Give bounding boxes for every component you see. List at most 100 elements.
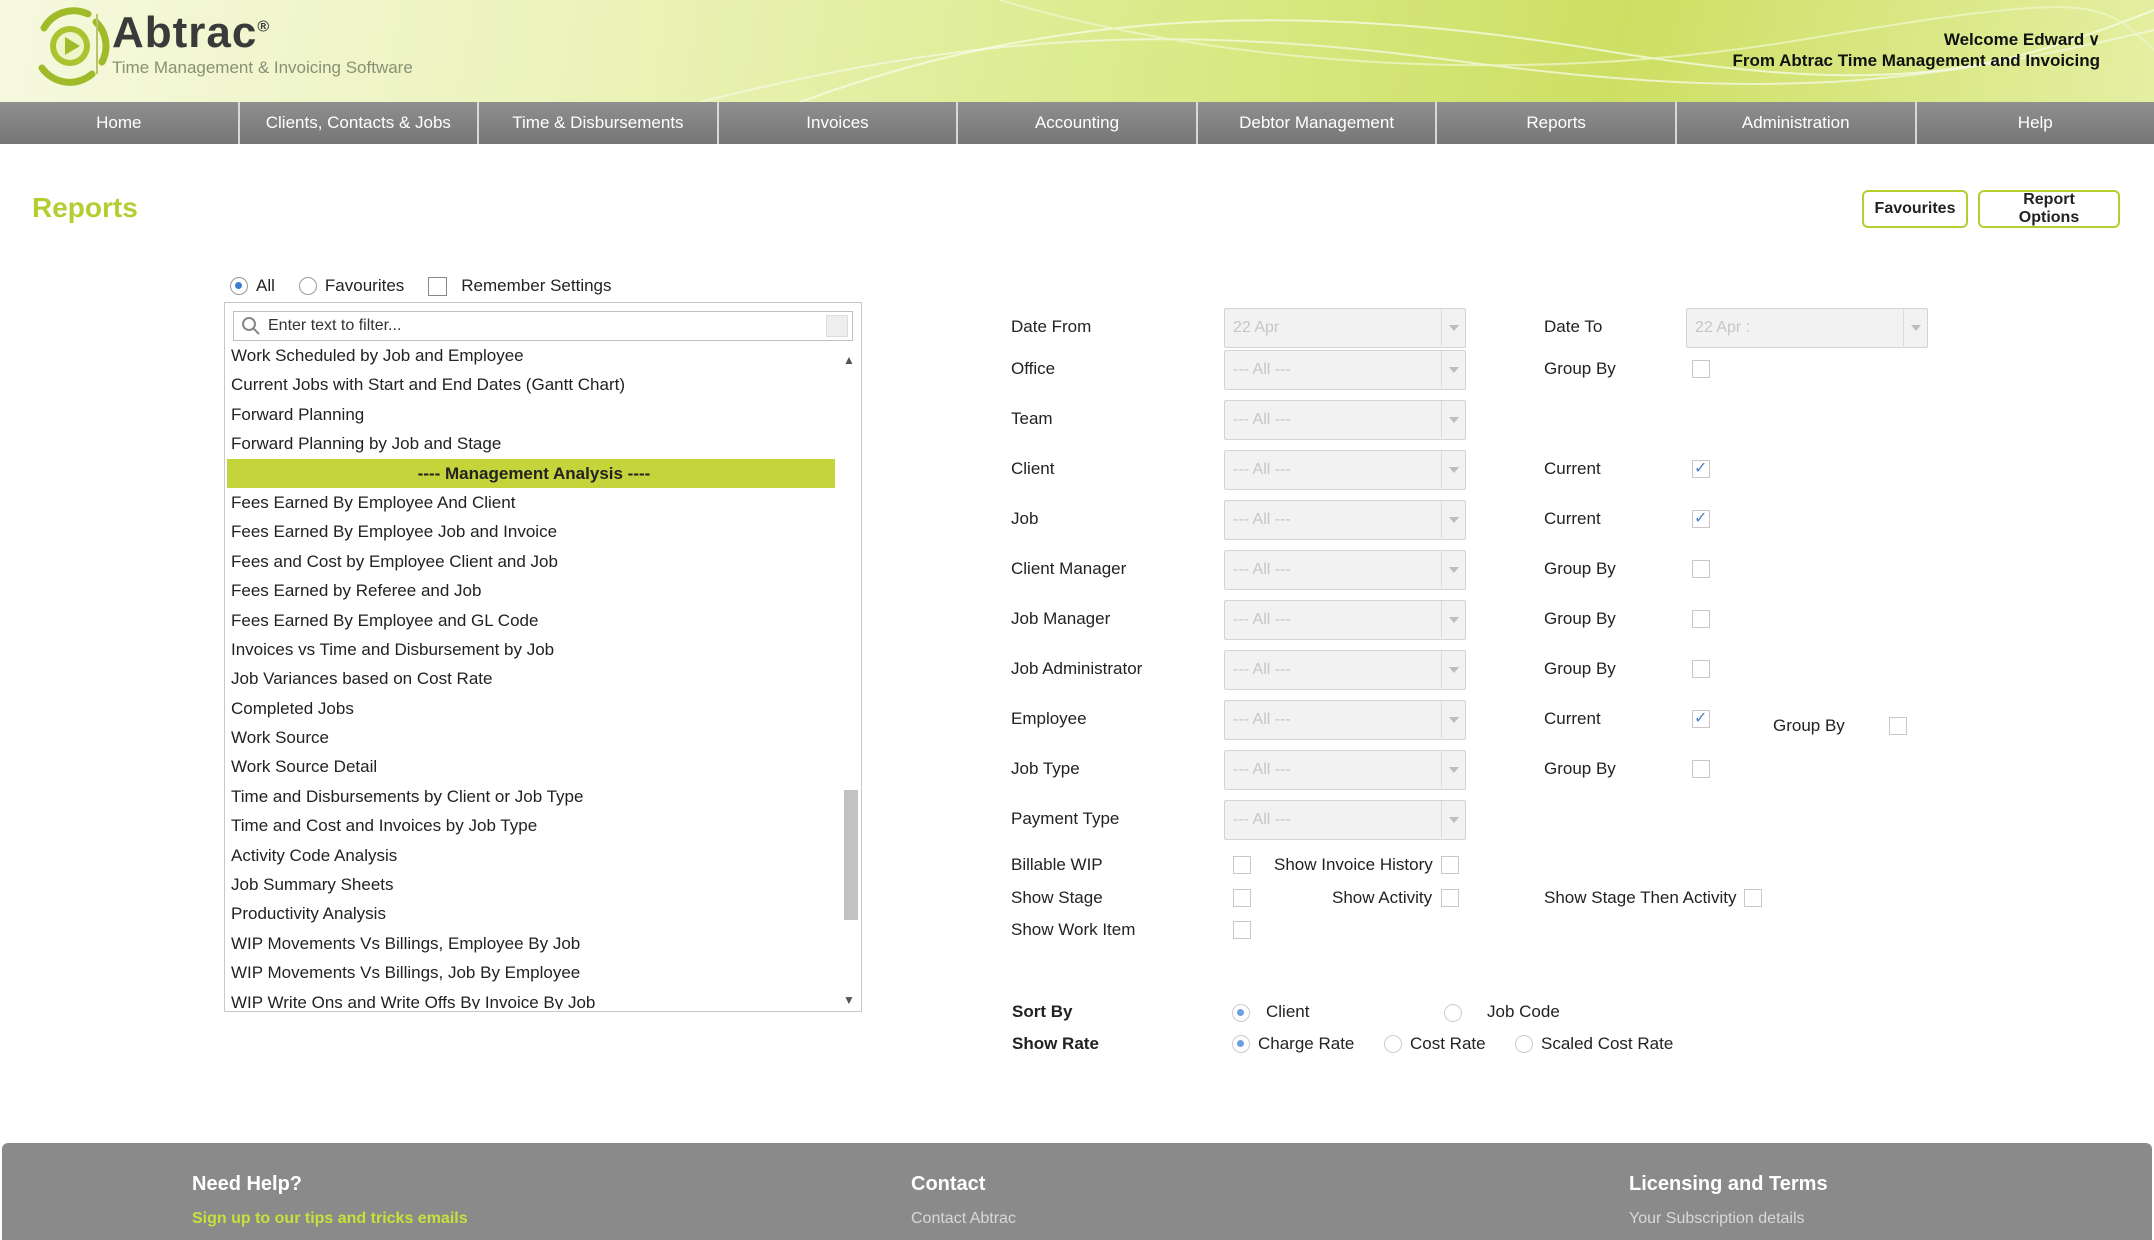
job-administrator-group-by-checkbox[interactable] [1692,660,1710,678]
date-to-select[interactable]: 22 Apr : [1686,308,1928,348]
client-manager-group-by-checkbox[interactable] [1692,560,1710,578]
report-list-item[interactable]: Completed Jobs [225,694,837,723]
nav-help[interactable]: Help [1917,102,2154,144]
chevron-down-icon[interactable] [1441,401,1465,438]
report-search-input[interactable] [268,317,808,335]
scroll-up-icon[interactable]: ▲ [843,353,855,367]
report-list-item[interactable]: Time and Cost and Invoices by Job Type [225,811,837,840]
employee-group-by-label: Group By [1773,716,1845,735]
show-invoice-history-checkbox[interactable] [1441,856,1459,874]
employee-select[interactable]: --- All --- [1224,700,1466,740]
sort-by-job-code-radio[interactable] [1444,1004,1462,1022]
nav-time-disbursements[interactable]: Time & Disbursements [479,102,719,144]
report-list-item[interactable]: Job Summary Sheets [225,870,837,899]
client-manager-select[interactable]: --- All --- [1224,550,1466,590]
scaled-cost-rate-radio[interactable] [1515,1035,1533,1053]
favourites-button[interactable]: Favourites [1862,190,1968,228]
report-list-item[interactable]: Fees Earned By Employee And Client [225,488,837,517]
report-list-item[interactable]: Fees Earned By Employee and GL Code [225,606,837,635]
client-current-checkbox[interactable] [1692,458,1710,478]
report-list-item[interactable]: WIP Write Ons and Write Offs By Invoice … [225,988,837,1009]
report-list-item[interactable]: Work Source Detail [225,752,837,781]
cost-rate-radio[interactable] [1384,1035,1402,1053]
report-list-item[interactable]: Fees and Cost by Employee Client and Job [225,547,837,576]
all-radio[interactable] [230,277,248,295]
nav-clients-contacts-jobs[interactable]: Clients, Contacts & Jobs [240,102,480,144]
report-list-item[interactable]: Forward Planning by Job and Stage [225,429,837,458]
payment-type-select[interactable]: --- All --- [1224,800,1466,840]
chevron-down-icon[interactable] [1441,309,1465,346]
nav-reports[interactable]: Reports [1437,102,1677,144]
report-list-item[interactable]: Fees Earned By Employee Job and Invoice [225,517,837,546]
nav-administration[interactable]: Administration [1677,102,1917,144]
chevron-down-icon[interactable]: ∨ [2088,31,2100,51]
nav-accounting[interactable]: Accounting [958,102,1198,144]
chevron-down-icon[interactable] [1441,651,1465,688]
chevron-down-icon[interactable] [1441,601,1465,638]
user-menu[interactable]: Welcome Edward ∨ From Abtrac Time Managem… [1733,30,2100,71]
nav-home[interactable]: Home [0,102,240,144]
report-list-item[interactable]: Work Scheduled by Job and Employee [225,349,837,370]
chevron-down-icon[interactable] [1441,501,1465,538]
nav-debtor-management[interactable]: Debtor Management [1198,102,1438,144]
job-current-checkbox[interactable] [1692,508,1710,528]
chevron-down-icon[interactable] [1441,551,1465,588]
client-select-value: --- All --- [1233,461,1291,478]
office-select[interactable]: --- All --- [1224,350,1466,390]
nav-invoices[interactable]: Invoices [719,102,959,144]
employee-current-checkbox[interactable] [1692,708,1710,728]
favourites-radio[interactable] [298,277,317,295]
report-list: Work Scheduled by Job and EmployeeCurren… [224,302,862,1012]
report-list-item[interactable]: Activity Code Analysis [225,841,837,870]
report-options-button[interactable]: Report Options [1978,190,2120,228]
report-list-item[interactable]: Job Variances based on Cost Rate [225,664,837,693]
report-list-item[interactable]: Work Source [225,723,837,752]
charge-rate-radio[interactable] [1232,1035,1250,1053]
show-stage-checkbox[interactable] [1233,889,1251,907]
job-type-group-by-checkbox[interactable] [1692,760,1710,778]
chevron-down-icon[interactable] [1903,309,1927,346]
report-list-item[interactable]: Forward Planning [225,400,837,429]
tips-signup-link[interactable]: Sign up to our tips and tricks emails [192,1210,468,1228]
scroll-down-icon[interactable]: ▼ [843,993,855,1007]
team-select[interactable]: --- All --- [1224,400,1466,440]
scrollbar-thumb[interactable] [844,790,858,920]
team-select-value: --- All --- [1233,411,1291,428]
clear-search-button[interactable] [826,315,848,337]
chevron-down-icon[interactable] [1441,351,1465,388]
report-list-item[interactable]: WIP Movements Vs Billings, Job By Employ… [225,958,837,987]
report-list-item[interactable]: Invoices vs Time and Disbursement by Job [225,635,837,664]
show-stage-then-activity-label: Show Stage Then Activity [1544,888,1737,907]
office-group-by-checkbox[interactable] [1692,360,1710,378]
employee-group-by-checkbox[interactable] [1889,717,1907,735]
chevron-down-icon[interactable] [1441,751,1465,788]
report-list-scrollbar[interactable]: ▲ ▼ [839,349,861,1009]
job-manager-select[interactable]: --- All --- [1224,600,1466,640]
subscription-details-link[interactable]: Your Subscription details [1629,1210,1828,1228]
report-list-item[interactable]: Current Jobs with Start and End Dates (G… [225,370,837,399]
report-list-item[interactable]: Time and Disbursements by Client or Job … [225,782,837,811]
report-list-item[interactable]: WIP Movements Vs Billings, Employee By J… [225,929,837,958]
job-select[interactable]: --- All --- [1224,500,1466,540]
client-select[interactable]: --- All --- [1224,450,1466,490]
show-stage-then-activity-checkbox[interactable] [1744,889,1762,907]
job-administrator-select[interactable]: --- All --- [1224,650,1466,690]
scaled-cost-rate-label: Scaled Cost Rate [1541,1034,1674,1053]
billable-wip-checkbox[interactable] [1233,856,1251,874]
show-work-item-checkbox[interactable] [1233,921,1251,939]
job-type-select[interactable]: --- All --- [1224,750,1466,790]
contact-abtrac-link[interactable]: Contact Abtrac [911,1210,1016,1228]
chevron-down-icon[interactable] [1441,701,1465,738]
chevron-down-icon[interactable] [1441,801,1465,838]
date-from-select[interactable]: 22 Apr [1224,308,1466,348]
footer-contact-heading: Contact [911,1173,986,1195]
report-list-item[interactable]: Productivity Analysis [225,899,837,928]
sort-by-client-radio[interactable] [1232,1004,1250,1022]
abtrac-logo[interactable] [30,6,110,86]
report-category-header[interactable]: ---- Management Analysis ---- [227,458,835,488]
report-list-item[interactable]: Fees Earned by Referee and Job [225,576,837,605]
chevron-down-icon[interactable] [1441,451,1465,488]
job-manager-group-by-checkbox[interactable] [1692,610,1710,628]
show-activity-checkbox[interactable] [1441,889,1459,907]
remember-settings-checkbox[interactable] [428,276,448,296]
